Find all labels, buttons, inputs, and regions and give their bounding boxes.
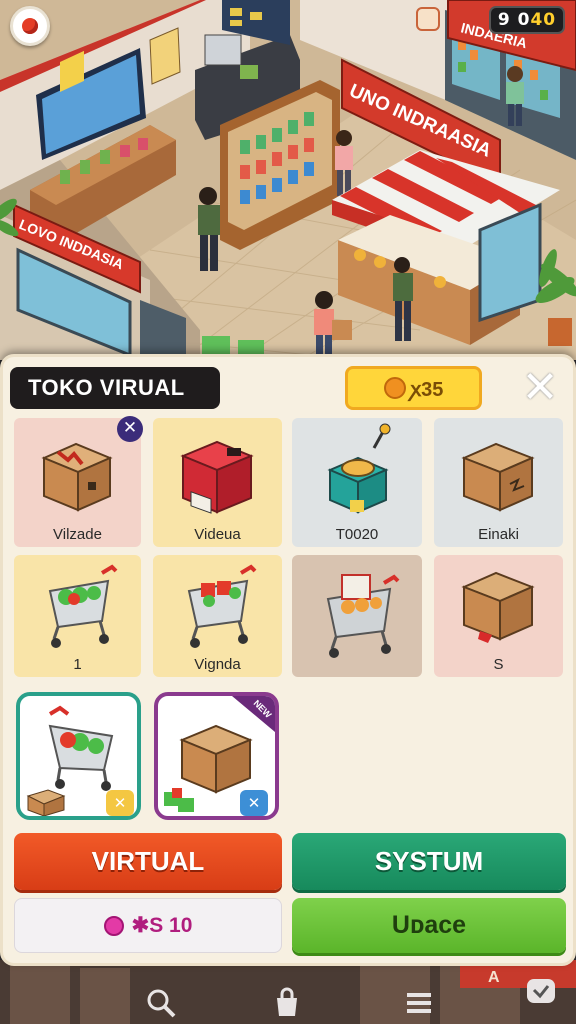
shop-item-videua[interactable]: Videua [153,418,282,547]
featured-badge: ✕ [106,790,134,816]
shop-item-t0020[interactable]: T0020 [292,418,422,547]
counter-accent: 40 [530,10,557,30]
item-label: 1 [73,656,82,673]
favorites-button[interactable] [10,6,50,46]
item-label: T0020 [335,526,379,543]
search-icon[interactable] [144,986,178,1020]
bag-icon[interactable] [270,986,304,1020]
price-label: ✱S 10 [131,914,193,937]
counter-main: 9 0 [497,10,531,30]
featured-box[interactable]: NEW ✕ [154,692,279,820]
virtual-button[interactable]: VIRTUAL [14,833,282,890]
currency-counter: 9 040 [489,6,565,34]
red-crate-icon [180,440,254,514]
buy-price-button[interactable]: ✱S 10 [14,898,282,953]
systum-button[interactable]: SYSTUM [292,833,566,890]
shop-item-einaki[interactable]: Einaki [434,418,563,547]
featured-badge: ✕ [240,790,268,816]
shop-item-cart-1[interactable]: 1 [14,555,141,677]
box-icon [461,571,535,643]
update-button[interactable]: Uᴅace [292,898,566,953]
box-icon [461,442,535,512]
featured-cart[interactable]: ✕ [16,692,141,820]
mail-icon[interactable] [416,7,440,31]
item-label: S [493,656,504,673]
shop-item-vignda[interactable]: Vignda [153,555,282,677]
shop-item-vilzade[interactable]: ✕ Vilzade [14,416,143,547]
chat-icon[interactable] [524,976,558,1010]
panel-title: TOKO VIRUAL [10,367,220,409]
shopping-cart-icon [187,564,257,648]
coin-balance: ꭗ35 [345,366,482,410]
item-label: Einaki [478,526,519,543]
remove-badge[interactable]: ✕ [117,416,143,442]
item-label: Vignda [194,656,241,673]
shop-item-s[interactable]: S [434,555,563,677]
coin-icon [383,377,406,399]
shop-item-cart-3[interactable] [292,555,422,677]
juicer-machine-icon [327,423,391,514]
gem-icon [103,915,124,936]
close-button[interactable]: ✕ [520,366,560,410]
shopping-cart-icon [326,574,400,658]
menu-icon[interactable] [402,986,436,1020]
coin-value: ꭗ35 [410,378,444,401]
item-label: Vilzade [53,526,102,543]
shopping-cart-icon [48,564,118,648]
item-label: Videua [194,526,241,543]
sign-bottom: A [488,969,500,986]
